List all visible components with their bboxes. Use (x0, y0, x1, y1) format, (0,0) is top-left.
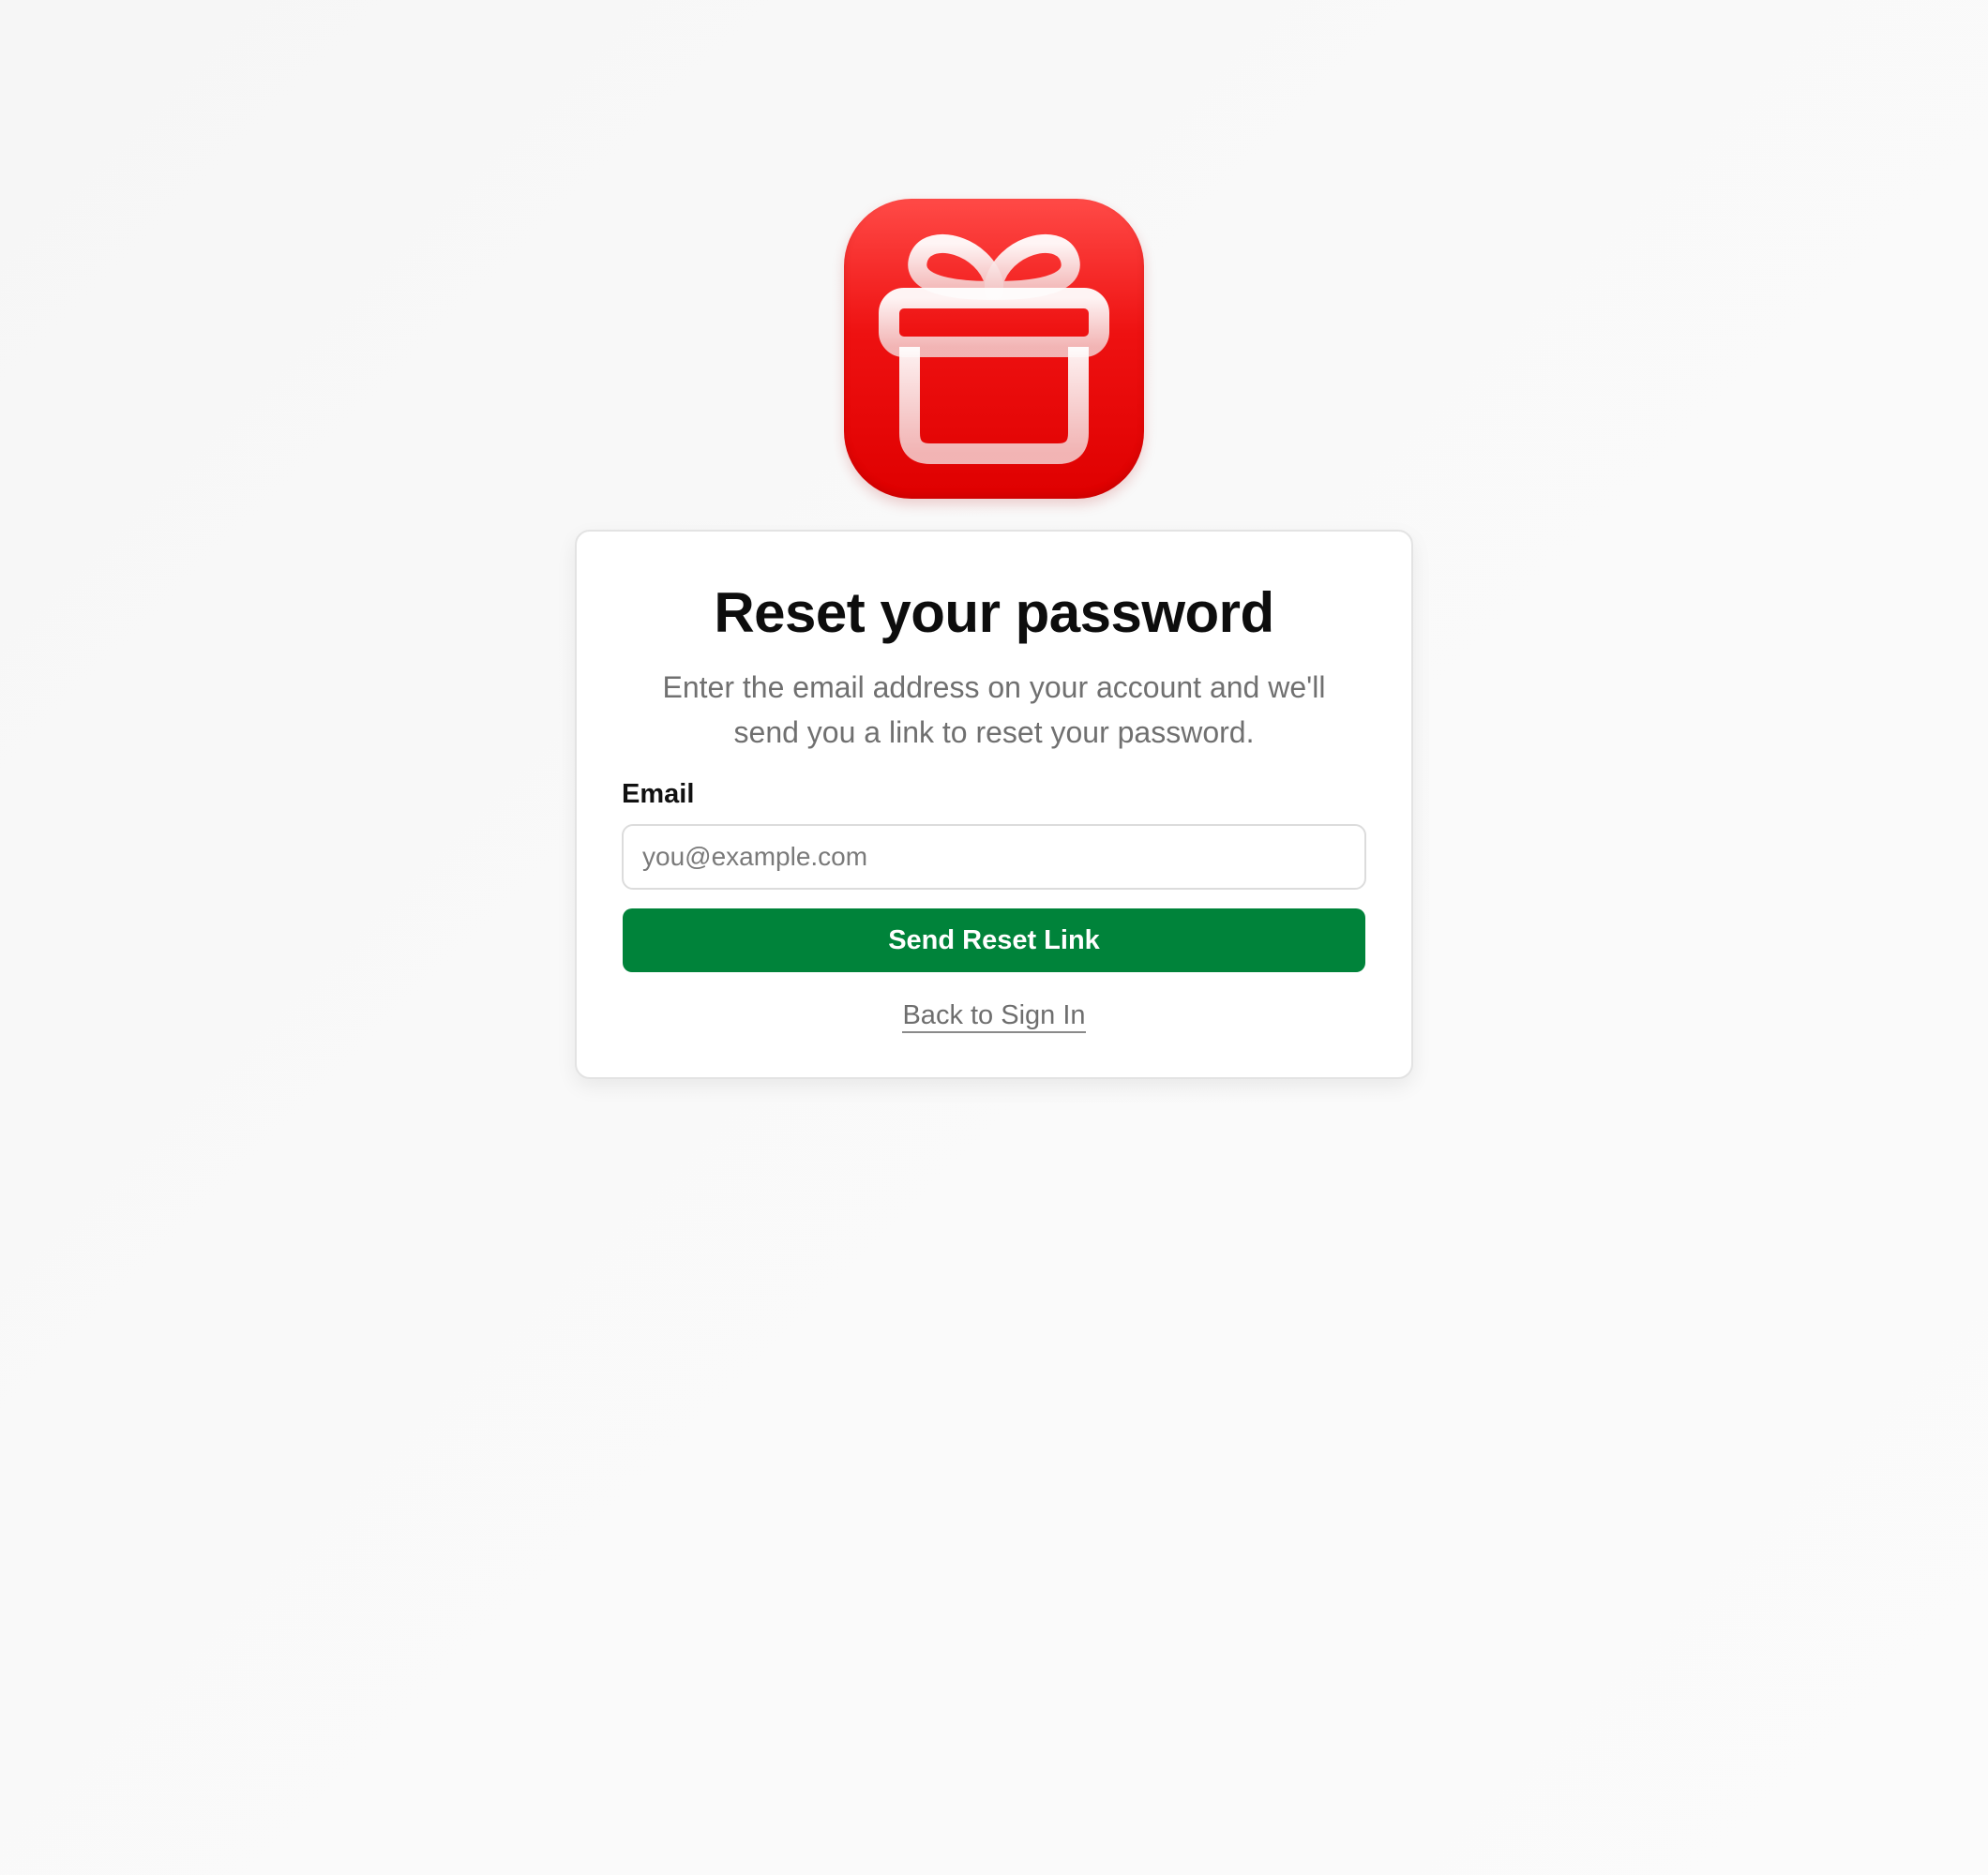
reset-password-card: Reset your password Enter the email addr… (575, 530, 1413, 1079)
app-logo (844, 199, 1144, 499)
email-label: Email (622, 779, 695, 809)
page-subtitle: Enter the email address on your account … (662, 670, 1326, 749)
back-to-sign-in-link[interactable]: Back to Sign In (902, 1000, 1086, 1033)
back-link-row: Back to Sign In (577, 1000, 1411, 1033)
gift-icon (879, 233, 1109, 464)
send-reset-link-button[interactable]: Send Reset Link (623, 908, 1365, 972)
email-input[interactable] (622, 824, 1366, 890)
page-title: Reset your password (714, 581, 1274, 644)
